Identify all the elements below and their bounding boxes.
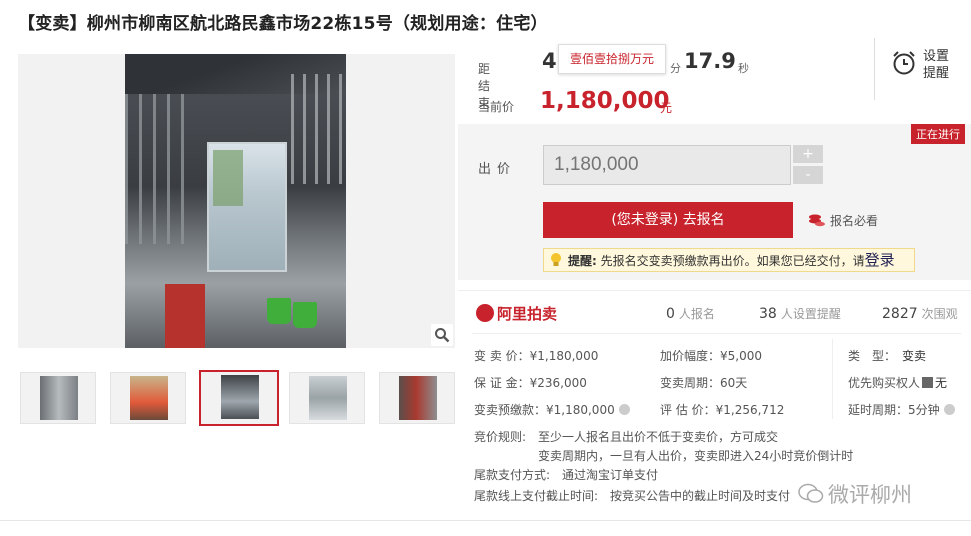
notice-text: 先报名交变卖预缴款再出价。如果您已经交付，请 (600, 254, 865, 268)
auction-info: 阿里拍卖 0 人报名 38 人设置提醒 2827 次围观 变 卖 价：¥1,180,0… (458, 290, 971, 520)
stat-signups: 0 人报名 (666, 306, 715, 322)
priority-buyer: 优先购买权人无 (848, 376, 948, 390)
help-icon[interactable] (943, 404, 955, 415)
rule-line-2: 变卖周期内，一旦有人出价，变卖即进入24小时竞价倒计时 (538, 449, 854, 463)
notice-prefix: 提醒: (568, 254, 597, 268)
lightbulb-icon (549, 252, 563, 275)
countdown-minutes: 4 (542, 49, 557, 73)
alarm-clock-icon (891, 50, 917, 80)
countdown-seconds: 17.9 (684, 49, 736, 73)
stat-views: 2827 次围观 (882, 306, 958, 322)
wechat-icon (798, 483, 824, 510)
status-badge: 正在进行 (911, 124, 965, 144)
delay: 延时周期：5分钟 (848, 401, 955, 418)
notice-bar: 提醒: 先报名交变卖预缴款再出价。如果您已经交付，请登录 (543, 248, 915, 272)
must-read-link[interactable]: 报名必看 (808, 212, 878, 230)
stat-reminders: 38 人设置提醒 (759, 306, 841, 322)
thumbnail[interactable] (20, 372, 96, 424)
period: 变卖周期：60天 (660, 376, 748, 390)
deposit: 保 证 金：¥236,000 (474, 376, 587, 390)
login-link[interactable]: 登录 (865, 251, 895, 269)
thumbnail[interactable] (289, 372, 365, 424)
countdown-unit-min: 分 (670, 62, 681, 75)
current-price-unit: 元 (660, 101, 673, 115)
appraisal: 评 估 价：¥1,256,712 (660, 403, 785, 417)
rule-line-4: 尾款线上支付截止时间: 按竞买公告中的截止时间及时支付 (474, 489, 791, 503)
increment: 加价幅度：¥5,000 (660, 349, 762, 363)
price-tooltip: 壹佰壹拾捌万元 (558, 44, 666, 74)
countdown-unit-sec: 秒 (738, 62, 749, 75)
must-read-label: 报名必看 (830, 214, 879, 228)
thumbnail-strip (18, 370, 458, 428)
remind-label-1: 设置 (923, 49, 950, 64)
bid-label: 出价 (478, 162, 517, 177)
zoom-icon[interactable] (431, 324, 453, 346)
thumbnail[interactable] (110, 372, 186, 424)
main-photo-viewer[interactable] (18, 54, 455, 348)
bid-plus-button[interactable]: + (793, 145, 823, 163)
help-icon[interactable] (618, 404, 630, 415)
ali-auction-icon (476, 304, 494, 322)
page-title: 【变卖】柳州市柳南区航北路民鑫市场22栋15号（规划用途：住宅） (18, 14, 548, 34)
thumbnail[interactable] (379, 372, 455, 424)
remind-label-2: 提醒 (923, 66, 950, 81)
info-icon[interactable] (922, 377, 934, 388)
rule-line-1: 竞价规则: 至少一人报名且出价不低于变卖价，方可成交 (474, 430, 779, 444)
sale-price: 变 卖 价：¥1,180,000 (474, 349, 599, 363)
thumbnail-selected[interactable] (199, 370, 279, 426)
set-reminder-button[interactable]: 设置 提醒 (874, 38, 971, 100)
current-price-label: 当前价 (478, 100, 515, 114)
bid-minus-button[interactable]: - (793, 166, 823, 184)
property-photo (125, 54, 346, 348)
prepay: 变卖预缴款：¥1,180,000 (474, 401, 630, 418)
bid-panel: 正在进行 出价 + - (您未登录) 去报名 报名必看 提醒: 先报名交变卖预缴… (458, 124, 971, 280)
type: 类 型： 变卖 (848, 349, 927, 363)
coins-icon (808, 213, 826, 230)
current-price: 1,180,000 (540, 88, 670, 114)
watermark: 微评柳州 (798, 479, 912, 510)
rule-line-3: 尾款支付方式: 通过淘宝订单支付 (474, 468, 659, 482)
bid-input[interactable] (543, 145, 791, 185)
register-button[interactable]: (您未登录) 去报名 (543, 202, 793, 238)
brand-logo: 阿里拍卖 (476, 303, 557, 324)
